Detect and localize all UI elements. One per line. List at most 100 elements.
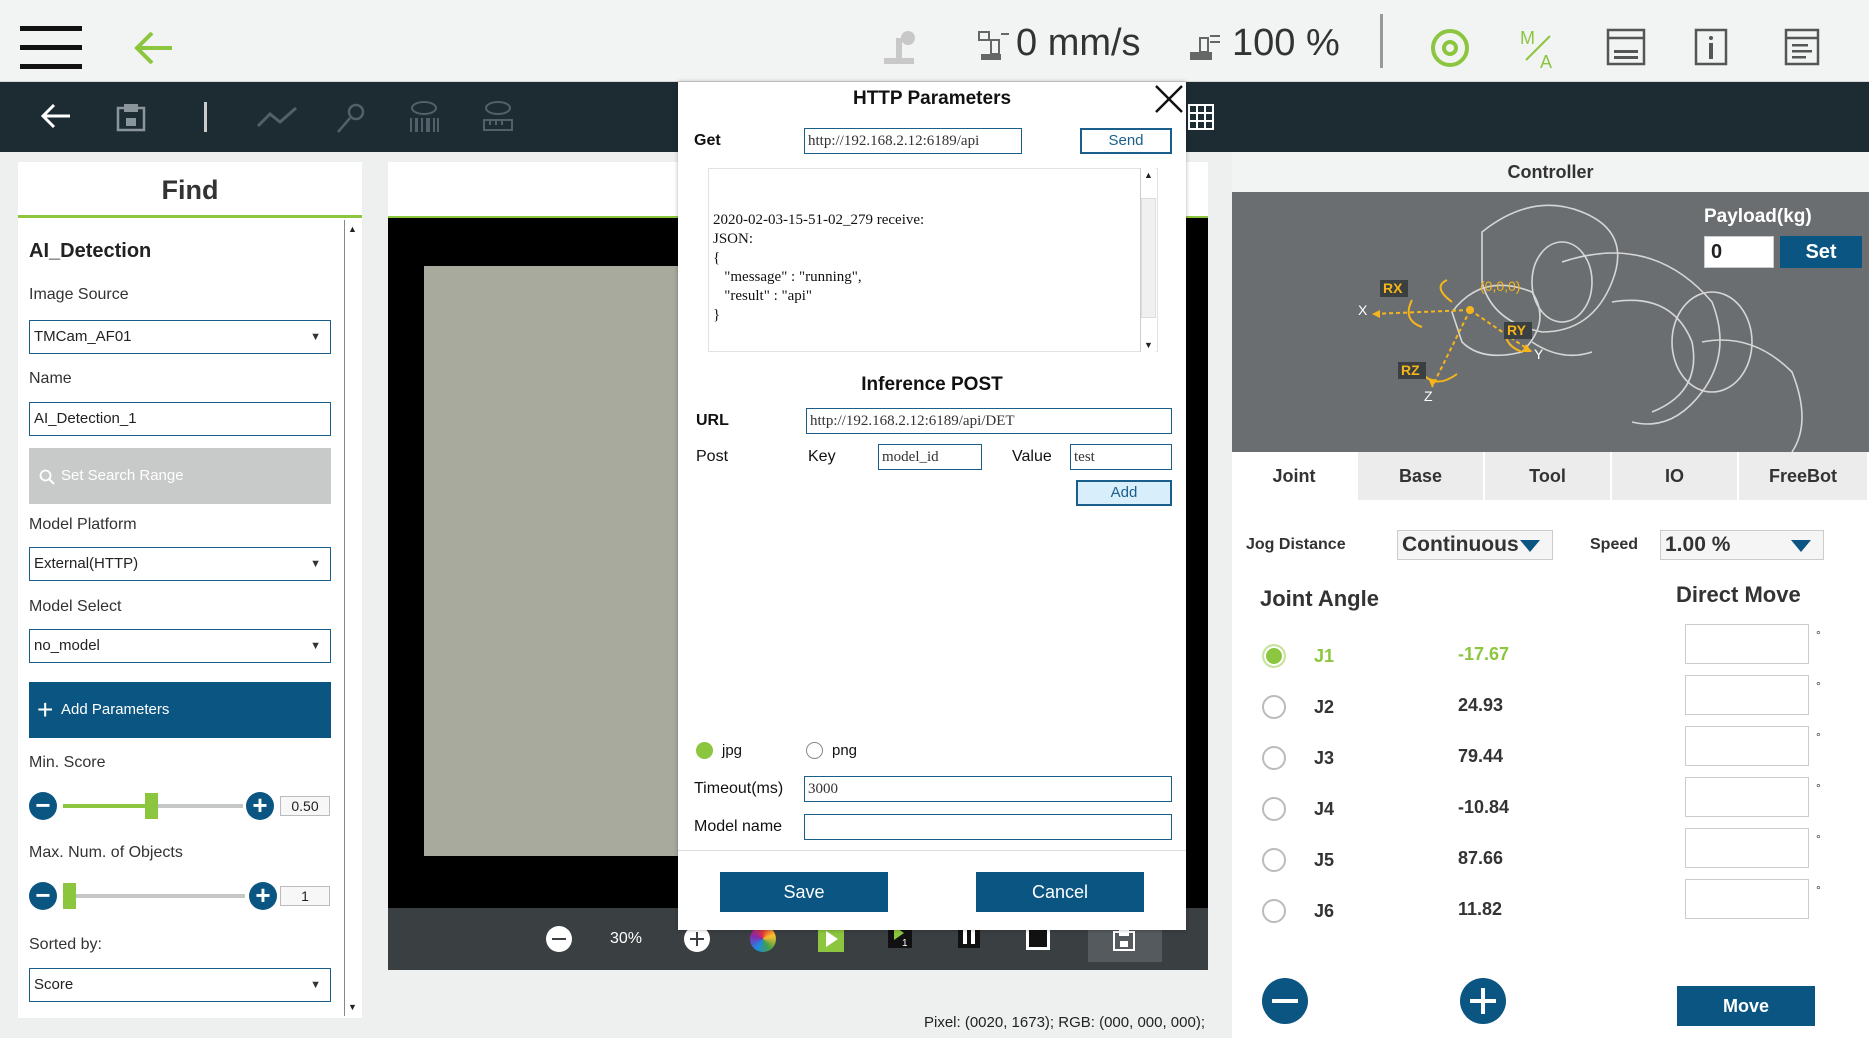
direct-move-label: Direct Move <box>1676 582 1801 607</box>
jog-distance-value: Continuous <box>1402 533 1519 556</box>
add-key-value-button[interactable]: Add <box>1076 480 1172 506</box>
speed-select[interactable]: 1.00 % <box>1660 530 1824 560</box>
add-parameters-button[interactable]: + Add Parameters <box>29 682 331 738</box>
trend-icon[interactable] <box>256 104 298 130</box>
tab-tool[interactable]: Tool <box>1485 452 1612 500</box>
measure-icon[interactable] <box>482 100 514 134</box>
close-icon[interactable] <box>1152 82 1186 116</box>
image-source-select[interactable]: TMCam_AF01 ▼ <box>29 320 331 354</box>
tab-freebot[interactable]: FreeBot <box>1739 452 1869 500</box>
key-label: Key <box>808 448 836 465</box>
joint-radio-j2[interactable] <box>1262 695 1286 719</box>
toolbar-back-icon[interactable] <box>40 102 72 130</box>
joint-value-j2: 24.93 <box>1458 695 1504 715</box>
save-file-icon[interactable] <box>116 102 146 132</box>
response-textarea[interactable]: 2020-02-03-15-51-02_279 receive: JSON: {… <box>708 168 1158 352</box>
degree-symbol-j1: ° <box>1816 628 1821 642</box>
joint-name-j1: J1 <box>1314 646 1335 666</box>
model-platform-select[interactable]: External(HTTP) ▼ <box>29 547 331 581</box>
add-parameters-label: Add Parameters <box>61 701 170 718</box>
jog-plus-button[interactable] <box>1460 978 1506 1024</box>
chevron-down-icon: ▼ <box>310 331 321 343</box>
send-button[interactable]: Send <box>1080 128 1172 154</box>
jog-minus-button[interactable] <box>1262 978 1308 1024</box>
joint-radio-j3[interactable] <box>1262 746 1286 770</box>
direct-move-input-j1[interactable] <box>1685 624 1809 664</box>
min-score-slider-thumb[interactable] <box>145 793 158 819</box>
set-search-range-button[interactable]: Set Search Range <box>29 448 331 504</box>
jpg-radio[interactable] <box>696 742 713 759</box>
png-radio[interactable] <box>806 742 823 759</box>
get-url-input[interactable]: http://192.168.2.12:6189/api <box>804 128 1022 154</box>
locate-icon[interactable] <box>336 100 368 134</box>
find-scrollbar[interactable]: ▲ ▼ <box>344 220 360 1016</box>
direct-move-input-j3[interactable] <box>1685 726 1809 766</box>
direct-move-input-j2[interactable] <box>1685 675 1809 715</box>
max-objects-label: Max. Num. of Objects <box>29 844 183 861</box>
speed-percent-value: 100 % <box>1232 22 1340 64</box>
joint-value-j6: 11.82 <box>1458 899 1503 919</box>
tab-base[interactable]: Base <box>1358 452 1485 500</box>
joint-radio-j6[interactable] <box>1262 899 1286 923</box>
grid-table-icon[interactable] <box>1188 104 1214 130</box>
min-score-decrease-button[interactable]: − <box>29 792 57 820</box>
max-objects-value[interactable]: 1 <box>280 886 330 906</box>
post-url-input[interactable]: http://192.168.2.12:6189/api/DET <box>806 408 1172 434</box>
http-parameters-dialog: HTTP Parameters Get http://192.168.2.12:… <box>678 82 1186 930</box>
manual-auto-icon[interactable]: M A <box>1518 26 1558 70</box>
max-objects-increase-button[interactable]: + <box>249 882 277 910</box>
model-name-input[interactable] <box>804 814 1172 840</box>
cancel-button[interactable]: Cancel <box>976 872 1144 912</box>
controller-panel: Controller RX RY RZ X Y Z (0,0,0) Payloa… <box>1232 152 1869 1038</box>
tab-io[interactable]: IO <box>1612 452 1739 500</box>
joint-radio-j4[interactable] <box>1262 797 1286 821</box>
degree-symbol-j2: ° <box>1816 679 1821 693</box>
zoom-out-button[interactable] <box>546 926 572 952</box>
model-select[interactable]: no_model ▼ <box>29 629 331 663</box>
response-scrollbar[interactable]: ▲ ▼ <box>1140 168 1156 352</box>
direct-move-input-j6[interactable] <box>1685 879 1809 919</box>
back-arrow-icon[interactable] <box>132 28 176 68</box>
pixel-status: Pixel: (0020, 1673); RGB: (000, 000, 000… <box>924 1014 1205 1031</box>
value-input[interactable]: test <box>1070 444 1172 470</box>
payload-set-button[interactable]: Set <box>1780 236 1862 268</box>
document-icon[interactable] <box>1784 28 1820 66</box>
tab-joint[interactable]: Joint <box>1232 452 1358 500</box>
robot-view: RX RY RZ X Y Z (0,0,0) Payload(kg) 0 Set <box>1232 192 1869 452</box>
move-button[interactable]: Move <box>1677 986 1815 1026</box>
key-input[interactable]: model_id <box>878 444 982 470</box>
min-score-value[interactable]: 0.50 <box>280 796 330 816</box>
joint-radio-j1[interactable] <box>1262 644 1286 668</box>
timeout-label: Timeout(ms) <box>694 780 784 797</box>
zoom-level: 30% <box>610 930 643 947</box>
max-objects-slider-thumb[interactable] <box>63 883 76 909</box>
max-objects-decrease-button[interactable]: − <box>29 882 57 910</box>
info-icon[interactable] <box>1694 28 1728 66</box>
timeout-input[interactable]: 3000 <box>804 776 1172 802</box>
max-objects-slider[interactable] <box>63 894 245 898</box>
direct-move-input-j4[interactable] <box>1685 777 1809 817</box>
name-input[interactable]: AI_Detection_1 <box>29 402 331 436</box>
min-score-increase-button[interactable]: + <box>246 792 274 820</box>
top-divider <box>1380 14 1383 68</box>
payload-label: Payload(kg) <box>1704 206 1812 227</box>
jog-distance-select[interactable]: Continuous <box>1397 530 1553 560</box>
display-icon[interactable] <box>1606 28 1646 66</box>
robot-status-icon[interactable] <box>1430 28 1470 68</box>
sorted-by-select[interactable]: Score ▼ <box>29 968 331 1002</box>
svg-text:M: M <box>1520 28 1535 48</box>
payload-input[interactable]: 0 <box>1704 236 1774 268</box>
model-select-label: Model Select <box>29 598 122 615</box>
barcode-icon[interactable] <box>408 100 440 134</box>
dialog-footer-divider <box>678 850 1186 851</box>
hamburger-menu-icon[interactable] <box>20 26 82 70</box>
direct-move-input-j5[interactable] <box>1685 828 1809 868</box>
joint-name-j2: J2 <box>1314 697 1335 717</box>
save-button[interactable]: Save <box>720 872 888 912</box>
joint-name-j5: J5 <box>1314 850 1335 870</box>
save-image-icon <box>1113 930 1135 951</box>
chevron-down-icon <box>1520 540 1540 552</box>
jog-distance-label: Jog Distance <box>1246 536 1346 553</box>
joint-name-j3: J3 <box>1314 748 1335 768</box>
joint-radio-j5[interactable] <box>1262 848 1286 872</box>
